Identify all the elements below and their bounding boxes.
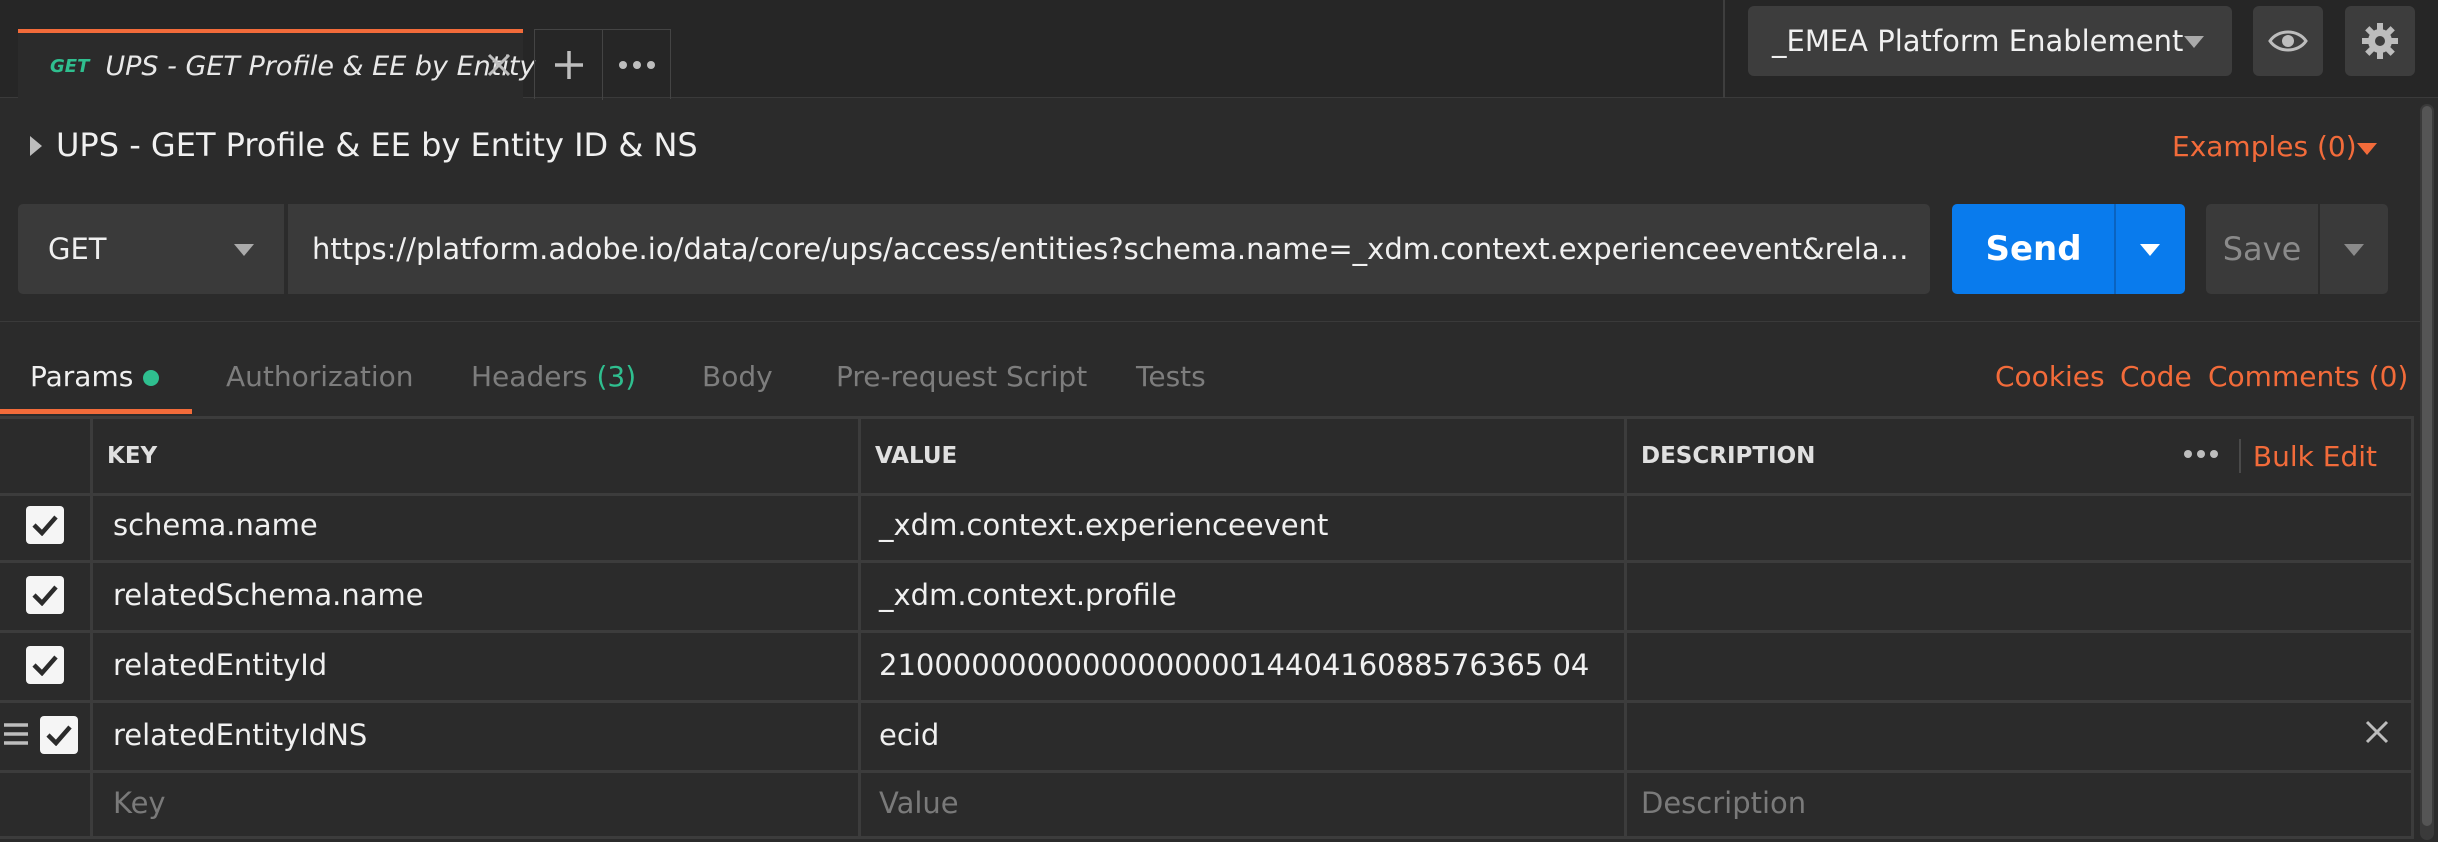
scrollbar[interactable] [2420,104,2434,840]
tab-body[interactable]: Body [702,360,773,393]
table-header-row: KEY VALUE DESCRIPTION Bulk Edit [0,416,2414,496]
tab-method-label: GET [50,55,90,77]
row-checkbox[interactable] [26,506,64,544]
checkbox-cell [0,630,90,700]
drag-handle-icon[interactable] [2,720,30,754]
value-field[interactable]: _xdm.context.experienceevent [858,490,1624,560]
tab-prerequest-script[interactable]: Pre-request Script [836,360,1087,393]
divider [2239,439,2241,473]
params-table: KEY VALUE DESCRIPTION Bulk Edit schema.n… [0,416,2414,839]
method-select[interactable]: GET [18,204,286,294]
request-name[interactable]: UPS - GET Profile & EE by Entity ID & NS [56,126,698,164]
settings-button[interactable] [2345,6,2415,76]
code-link[interactable]: Code [2120,360,2192,393]
checkbox-cell [0,700,90,770]
examples-dropdown[interactable]: Examples (0) [2172,130,2357,163]
column-header-key: KEY [90,419,858,493]
table-row: schema.name _xdm.context.experienceevent [0,490,2414,563]
value-field[interactable]: 210000000000000000001440416088576365 04 [858,630,1624,700]
column-header-description-label: DESCRIPTION [1641,443,1816,469]
value-field[interactable]: ecid [858,700,1624,770]
tab-params[interactable]: Params [30,360,160,393]
active-tab-indicator [0,409,192,414]
tab-headers[interactable]: Headers (3) [471,360,636,393]
key-field[interactable]: relatedEntityId [90,630,858,700]
save-options-button[interactable] [2320,204,2388,294]
chevron-down-icon [234,244,254,256]
send-options-button[interactable] [2116,204,2185,294]
check-icon [46,725,72,746]
save-label: Save [2222,230,2302,268]
value-field[interactable]: _xdm.context.profile [858,560,1624,630]
description-field[interactable] [1624,490,2414,560]
row-checkbox[interactable] [40,716,78,754]
more-icon[interactable] [2183,439,2219,465]
check-icon [32,655,58,676]
request-tab[interactable]: GET UPS - GET Profile & EE by Entity [18,29,535,99]
headers-count-badge: (3) [596,360,637,393]
tab-actions [534,29,671,100]
check-icon [32,585,58,606]
row-checkbox[interactable] [26,646,64,684]
tab-headers-label: Headers [471,360,588,393]
url-input[interactable]: https://platform.adobe.io/data/core/ups/… [288,204,1930,294]
method-label: GET [48,232,107,266]
tab-authorization[interactable]: Authorization [226,360,414,393]
environment-quick-look-button[interactable] [2253,6,2323,76]
environment-select[interactable]: _EMEA Platform Enablement [1748,6,2232,76]
gear-icon [2362,23,2398,59]
table-row: relatedSchema.name _xdm.context.profile [0,560,2414,633]
scrollbar-thumb[interactable] [2422,106,2432,826]
chevron-down-icon [2344,244,2364,256]
key-input[interactable]: Key [90,770,858,836]
table-row: relatedEntityId 210000000000000000001440… [0,630,2414,703]
value-input[interactable]: Value [858,770,1624,836]
column-header-value: VALUE [858,419,1624,493]
tab-title: UPS - GET Profile & EE by Entity [105,50,536,82]
row-checkbox[interactable] [26,576,64,614]
checkbox-cell [0,490,90,560]
chevron-down-icon [2184,36,2204,48]
table-row-new: Key Value Description [0,770,2414,839]
column-header-description: DESCRIPTION Bulk Edit [1624,419,2414,493]
close-icon[interactable] [2363,718,2391,753]
checkbox-cell [0,770,90,836]
divider [1723,0,1725,98]
key-field[interactable]: relatedSchema.name [90,560,858,630]
divider [0,321,2420,322]
tab-params-label: Params [30,360,134,393]
description-field[interactable] [1624,700,2414,770]
header-checkbox-cell [0,419,90,493]
key-field[interactable]: relatedEntityIdNS [90,700,858,770]
key-field[interactable]: schema.name [90,490,858,560]
chevron-down-icon [2140,244,2160,256]
comments-link[interactable]: Comments (0) [2208,360,2408,393]
checkbox-cell [0,560,90,630]
close-icon[interactable] [483,49,515,81]
check-icon [32,515,58,536]
tab-tests[interactable]: Tests [1136,360,1206,393]
chevron-down-icon[interactable] [2357,143,2377,155]
more-icon[interactable] [603,30,670,100]
plus-icon[interactable] [535,30,603,100]
description-input[interactable]: Description [1624,770,2414,836]
collapse-toggle-icon[interactable] [30,136,42,156]
table-row: relatedEntityIdNS ecid [0,700,2414,773]
status-dot-icon [143,370,160,386]
send-label: Send [1985,229,2082,269]
description-field[interactable] [1624,630,2414,700]
send-button[interactable]: Send [1952,204,2115,294]
save-button[interactable]: Save [2206,204,2318,294]
bulk-edit-button[interactable]: Bulk Edit [2253,440,2377,473]
eye-icon [2268,30,2308,52]
description-field[interactable] [1624,560,2414,630]
url-text: https://platform.adobe.io/data/core/ups/… [312,232,1912,266]
cookies-link[interactable]: Cookies [1995,360,2105,393]
environment-label: _EMEA Platform Enablement [1772,24,2184,58]
